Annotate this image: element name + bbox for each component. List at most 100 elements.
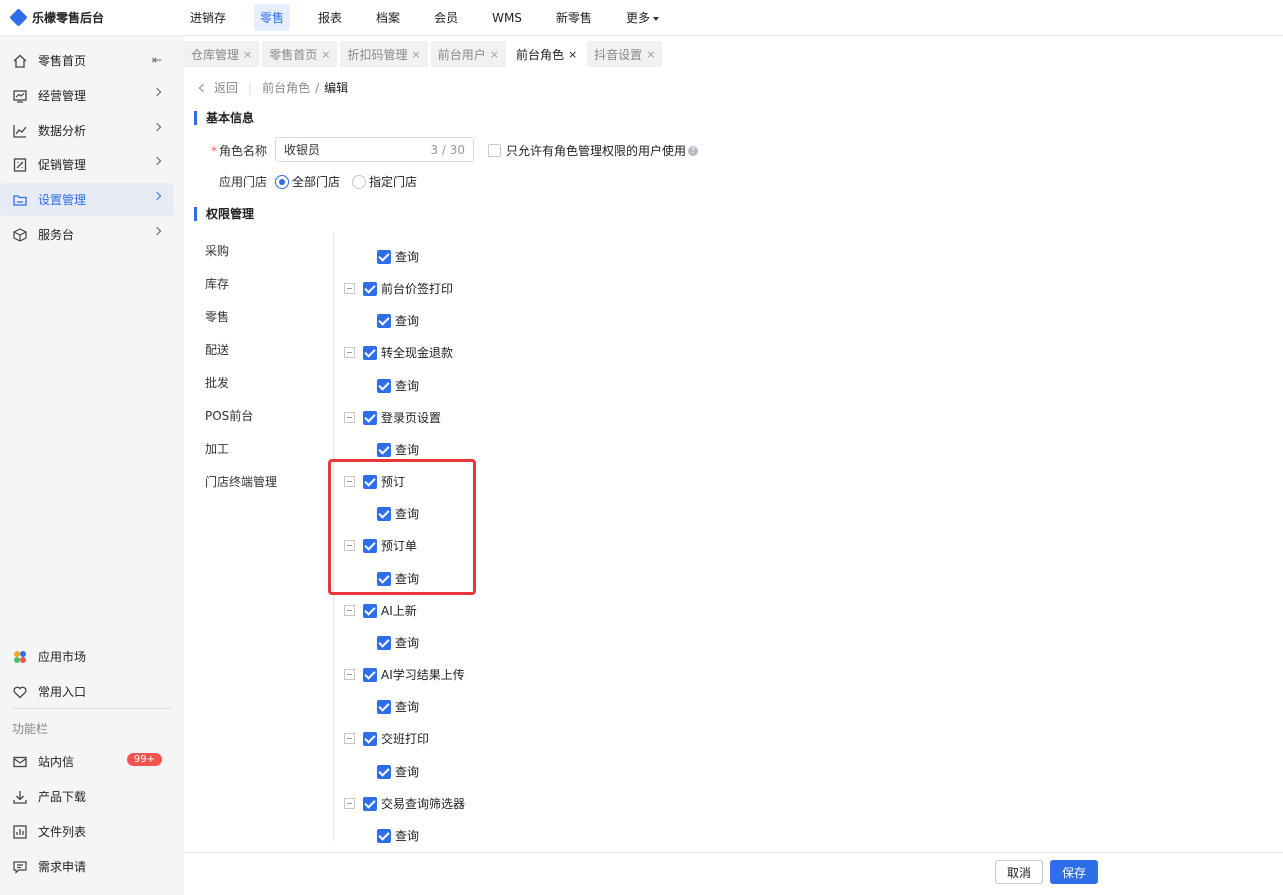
folder-icon [12, 192, 28, 208]
close-icon[interactable]: × [411, 48, 420, 61]
sidebar: 零售首页 ⇤ 经营管理 数据分析 促销管理 设置管理 服务台 应用市场 常用入口… [0, 36, 184, 895]
perm-node-query[interactable]: 查询 [377, 377, 419, 394]
checkbox-checked[interactable] [363, 603, 377, 618]
cancel-button[interactable]: 取消 [995, 860, 1043, 884]
tab-discount-code[interactable]: 折扣码管理 × [340, 41, 428, 67]
collapse-toggle-icon[interactable] [344, 669, 355, 680]
checkbox-checked[interactable] [377, 699, 391, 714]
collapse-sidebar-icon[interactable]: ⇤ [152, 53, 162, 67]
sidebar-item-retail-home[interactable]: 零售首页 ⇤ [0, 44, 174, 77]
topnav-item-retail[interactable]: 零售 [254, 4, 291, 31]
perm-category-wholesale[interactable]: 批发 [205, 374, 229, 391]
sidebar-item-settings[interactable]: 设置管理 [0, 183, 174, 216]
sidebar-item-messages[interactable]: 站内信 99+ [0, 745, 174, 778]
perm-category-store-terminal[interactable]: 门店终端管理 [205, 473, 277, 490]
perm-label: 查询 [395, 765, 420, 779]
sidebar-item-label: 经营管理 [38, 89, 87, 103]
perm-category-pos[interactable]: POS前台 [205, 407, 253, 424]
store-option-specified[interactable]: 指定门店 [352, 173, 417, 190]
topnav-item-member[interactable]: 会员 [428, 4, 464, 31]
topnav-item-archive[interactable]: 档案 [370, 4, 406, 31]
perm-category-processing[interactable]: 加工 [205, 440, 229, 457]
chevron-left-icon[interactable] [198, 83, 208, 92]
checkbox-checked[interactable] [377, 249, 391, 264]
sidebar-item-requests[interactable]: 需求申请 [0, 850, 174, 883]
radio-all-stores[interactable] [275, 174, 289, 189]
checkbox-checked[interactable] [377, 313, 391, 328]
perm-node-query[interactable]: 查询 [377, 248, 419, 265]
checkbox-checked[interactable] [363, 410, 377, 425]
perm-node-query[interactable]: 查询 [377, 827, 419, 844]
collapse-toggle-icon[interactable] [344, 347, 355, 358]
radio-specified-stores[interactable] [352, 174, 366, 189]
sidebar-item-file-list[interactable]: 文件列表 [0, 815, 174, 848]
basic-info-title: 基本信息 [194, 111, 254, 125]
top-header: 乐檬零售后台 进销存 零售 报表 档案 会员 WMS 新零售 更多 [0, 0, 1283, 36]
perm-node-login-settings[interactable]: 登录页设置 [344, 409, 441, 426]
checkbox-checked[interactable] [363, 796, 377, 811]
close-icon[interactable]: × [568, 48, 577, 61]
help-icon[interactable]: ? [688, 145, 699, 156]
role-name-input[interactable]: 收银员 3 / 30 [275, 137, 474, 162]
tab-warehouse[interactable]: 仓库管理 × [184, 41, 260, 67]
restrict-option[interactable]: 只允许有角色管理权限的用户使用 ? [488, 142, 699, 159]
checkbox-checked[interactable] [377, 378, 391, 393]
close-icon[interactable]: × [646, 48, 655, 61]
topnav-item-wms[interactable]: WMS [486, 6, 528, 30]
perm-node-cash-refund[interactable]: 转全现金退款 [344, 344, 453, 361]
sidebar-item-service-desk[interactable]: 服务台 [0, 218, 174, 251]
perm-category-purchase[interactable]: 采购 [205, 242, 229, 259]
topnav-item-new-retail[interactable]: 新零售 [550, 4, 598, 31]
perm-category-distribution[interactable]: 配送 [205, 341, 229, 358]
perm-node-query[interactable]: 查询 [377, 763, 419, 780]
sidebar-item-app-market[interactable]: 应用市场 [0, 640, 174, 673]
sidebar-item-promotion[interactable]: 促销管理 [0, 148, 174, 181]
checkbox-checked[interactable] [363, 281, 377, 296]
top-nav: 进销存 零售 报表 档案 会员 WMS 新零售 更多 [184, 0, 687, 36]
topnav-item-inventory[interactable]: 进销存 [184, 4, 232, 31]
collapse-toggle-icon[interactable] [344, 733, 355, 744]
perm-node-price-tag-print[interactable]: 前台价签打印 [344, 280, 453, 297]
tab-front-users[interactable]: 前台用户 × [430, 41, 506, 67]
sidebar-item-operations[interactable]: 经营管理 [0, 79, 174, 112]
collapse-toggle-icon[interactable] [344, 605, 355, 616]
collapse-toggle-icon[interactable] [344, 283, 355, 294]
checkbox-checked[interactable] [363, 345, 377, 360]
store-option-all[interactable]: 全部门店 [275, 173, 340, 190]
tab-front-roles[interactable]: 前台角色 × [508, 41, 585, 67]
checkbox-checked[interactable] [377, 635, 391, 650]
perm-node-shift-print[interactable]: 交班打印 [344, 730, 429, 747]
checkbox-checked[interactable] [377, 764, 391, 779]
close-icon[interactable]: × [243, 48, 252, 61]
save-button[interactable]: 保存 [1050, 860, 1098, 884]
perm-node-query[interactable]: 查询 [377, 634, 419, 651]
sidebar-item-label: 需求申请 [38, 860, 87, 874]
sidebar-item-data-analysis[interactable]: 数据分析 [0, 114, 174, 147]
perm-node-query[interactable]: 查询 [377, 312, 419, 329]
perm-node-query[interactable]: 查询 [377, 441, 419, 458]
app-logo[interactable]: 乐檬零售后台 [0, 8, 184, 27]
collapse-toggle-icon[interactable] [344, 412, 355, 423]
tab-douyin-settings[interactable]: 抖音设置 × [587, 41, 663, 67]
sidebar-item-download[interactable]: 产品下载 [0, 780, 174, 813]
checkbox-checked[interactable] [377, 442, 391, 457]
sidebar-item-favorites[interactable]: 常用入口 [0, 675, 174, 708]
collapse-toggle-icon[interactable] [344, 798, 355, 809]
breadcrumb-parent[interactable]: 前台角色 [262, 79, 310, 96]
topnav-item-more[interactable]: 更多 [620, 4, 665, 31]
tab-retail-home[interactable]: 零售首页 × [262, 41, 338, 67]
restrict-checkbox[interactable] [488, 144, 501, 157]
perm-category-retail[interactable]: 零售 [205, 308, 229, 325]
checkbox-checked[interactable] [363, 731, 377, 746]
checkbox-checked[interactable] [363, 667, 377, 682]
perm-node-query[interactable]: 查询 [377, 698, 419, 715]
back-link[interactable]: 返回 [214, 79, 238, 96]
close-icon[interactable]: × [321, 48, 330, 61]
perm-node-ai-new[interactable]: AI上新 [344, 602, 417, 619]
perm-node-transaction-filter[interactable]: 交易查询筛选器 [344, 795, 465, 812]
perm-category-stock[interactable]: 库存 [205, 275, 229, 292]
checkbox-checked[interactable] [377, 828, 391, 843]
close-icon[interactable]: × [490, 48, 499, 61]
perm-node-ai-learning-upload[interactable]: AI学习结果上传 [344, 666, 465, 683]
topnav-item-reports[interactable]: 报表 [312, 4, 348, 31]
